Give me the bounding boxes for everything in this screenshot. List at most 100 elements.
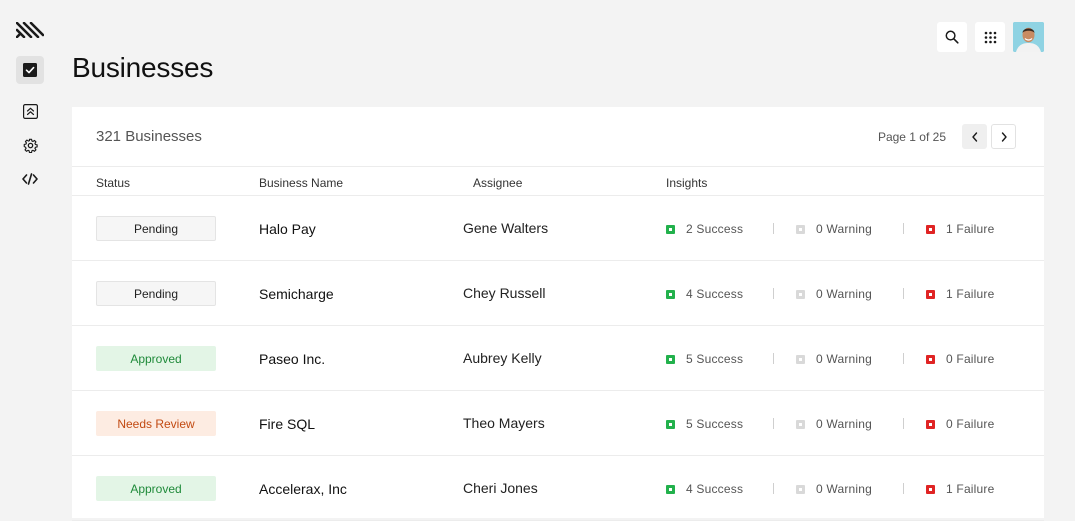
column-header-assignee[interactable]: Assignee	[473, 176, 522, 190]
failure-indicator-icon	[926, 484, 935, 494]
table-row[interactable]: Pending Semicharge Chey Russell 4 Success 0 …	[72, 261, 1044, 326]
logo[interactable]	[15, 21, 45, 39]
chevron-right-icon	[1001, 131, 1007, 142]
gear-icon	[23, 138, 38, 153]
divider	[773, 418, 774, 429]
insight-success-label: 2 Success	[686, 222, 744, 236]
insight-warning-label: 0 Warning	[816, 482, 873, 496]
insight-failure-label: 1 Failure	[946, 482, 995, 496]
business-name[interactable]: Semicharge	[259, 286, 334, 302]
status-badge: Needs Review	[96, 411, 216, 436]
divider	[903, 223, 904, 234]
chevron-left-icon	[971, 131, 977, 142]
business-name[interactable]: Accelerax, Inc	[259, 481, 347, 497]
warning-indicator-icon	[796, 419, 805, 429]
divider	[903, 418, 904, 429]
business-name[interactable]: Paseo Inc.	[259, 351, 325, 367]
insight-failure: 0 Failure	[926, 417, 995, 431]
insight-failure: 1 Failure	[926, 287, 995, 301]
previous-page-button[interactable]	[962, 124, 987, 149]
avatar-image	[1013, 22, 1044, 52]
sidebar-item-developer[interactable]	[16, 165, 44, 193]
insight-warning: 0 Warning	[796, 287, 872, 301]
divider	[903, 288, 904, 299]
user-avatar[interactable]	[1013, 22, 1044, 52]
success-indicator-icon	[666, 419, 675, 429]
insight-warning: 0 Warning	[796, 222, 872, 236]
insight-failure-label: 0 Failure	[946, 352, 995, 366]
table-header-bar: 321 Businesses Page 1 of 25	[72, 107, 1044, 167]
insight-success: 5 Success	[666, 352, 743, 366]
apps-button[interactable]	[975, 22, 1005, 52]
code-icon	[22, 173, 38, 185]
page-title: Businesses	[72, 52, 214, 83]
businesses-table-card: 321 Businesses Page 1 of 25 Status Busin…	[72, 107, 1044, 521]
table-row[interactable]: Pending Halo Pay Gene Walters 2 Success 0 Wa…	[72, 196, 1044, 261]
warning-indicator-icon	[796, 354, 805, 364]
insight-failure: 0 Failure	[926, 352, 995, 366]
failure-indicator-icon	[926, 354, 935, 364]
insight-failure-label: 1 Failure	[946, 222, 995, 236]
search-icon	[945, 30, 959, 44]
column-header-insights[interactable]: Insights	[666, 176, 707, 190]
insight-success-label: 4 Success	[686, 482, 744, 496]
insight-warning: 0 Warning	[796, 482, 872, 496]
search-button[interactable]	[937, 22, 967, 52]
next-page-button[interactable]	[991, 124, 1016, 149]
insight-warning: 0 Warning	[796, 352, 872, 366]
sidebar-item-tasks[interactable]	[16, 56, 44, 84]
grid-icon	[984, 31, 996, 43]
assignee-name: Aubrey Kelly	[463, 350, 542, 366]
warning-indicator-icon	[796, 484, 805, 494]
divider	[903, 353, 904, 364]
success-indicator-icon	[666, 224, 675, 234]
divider	[773, 223, 774, 234]
insight-success: 5 Success	[666, 417, 743, 431]
insight-warning-label: 0 Warning	[816, 417, 873, 431]
assignee-name: Theo Mayers	[463, 415, 545, 431]
column-header-business-name[interactable]: Business Name	[259, 176, 343, 190]
status-badge: Approved	[96, 346, 216, 371]
warning-indicator-icon	[796, 289, 805, 299]
status-badge: Approved	[96, 476, 216, 501]
assignee-name: Chey Russell	[463, 285, 546, 301]
table-row[interactable]: Needs Review Fire SQL Theo Mayers 5 Success…	[72, 391, 1044, 456]
insight-success: 4 Success	[666, 482, 743, 496]
insight-warning-label: 0 Warning	[816, 287, 873, 301]
success-indicator-icon	[666, 354, 675, 364]
sidebar-item-collapse[interactable]	[16, 97, 44, 125]
failure-indicator-icon	[926, 289, 935, 299]
status-badge: Pending	[96, 281, 216, 306]
double-chevron-up-icon	[22, 103, 38, 119]
column-headers: Status Business Name Assignee Insights	[72, 167, 1044, 196]
logo-mark-icon	[15, 21, 45, 39]
divider	[773, 483, 774, 494]
insight-success-label: 5 Success	[686, 352, 744, 366]
failure-indicator-icon	[926, 224, 935, 234]
insight-success-label: 4 Success	[686, 287, 744, 301]
sidebar-item-settings[interactable]	[16, 131, 44, 159]
divider	[773, 353, 774, 364]
insight-warning-label: 0 Warning	[816, 222, 873, 236]
insight-warning-label: 0 Warning	[816, 352, 873, 366]
business-name[interactable]: Halo Pay	[259, 221, 316, 237]
table-row[interactable]: Approved Paseo Inc. Aubrey Kelly 5 Success 0…	[72, 326, 1044, 391]
insight-success-label: 5 Success	[686, 417, 744, 431]
insight-failure: 1 Failure	[926, 222, 995, 236]
insight-failure: 1 Failure	[926, 482, 995, 496]
table-row[interactable]: Approved Accelerax, Inc Cheri Jones 4 Succe…	[72, 456, 1044, 521]
success-indicator-icon	[666, 484, 675, 494]
checkbox-icon	[23, 63, 37, 77]
insight-failure-label: 0 Failure	[946, 417, 995, 431]
assignee-name: Cheri Jones	[463, 480, 538, 496]
divider	[903, 483, 904, 494]
warning-indicator-icon	[796, 224, 805, 234]
assignee-name: Gene Walters	[463, 220, 549, 236]
business-count: 321 Businesses	[96, 128, 202, 145]
insight-success: 4 Success	[666, 287, 743, 301]
column-header-status[interactable]: Status	[96, 176, 130, 190]
page-indicator: Page 1 of 25	[877, 130, 946, 144]
success-indicator-icon	[666, 289, 675, 299]
sidebar	[0, 0, 60, 518]
business-name[interactable]: Fire SQL	[259, 416, 315, 432]
